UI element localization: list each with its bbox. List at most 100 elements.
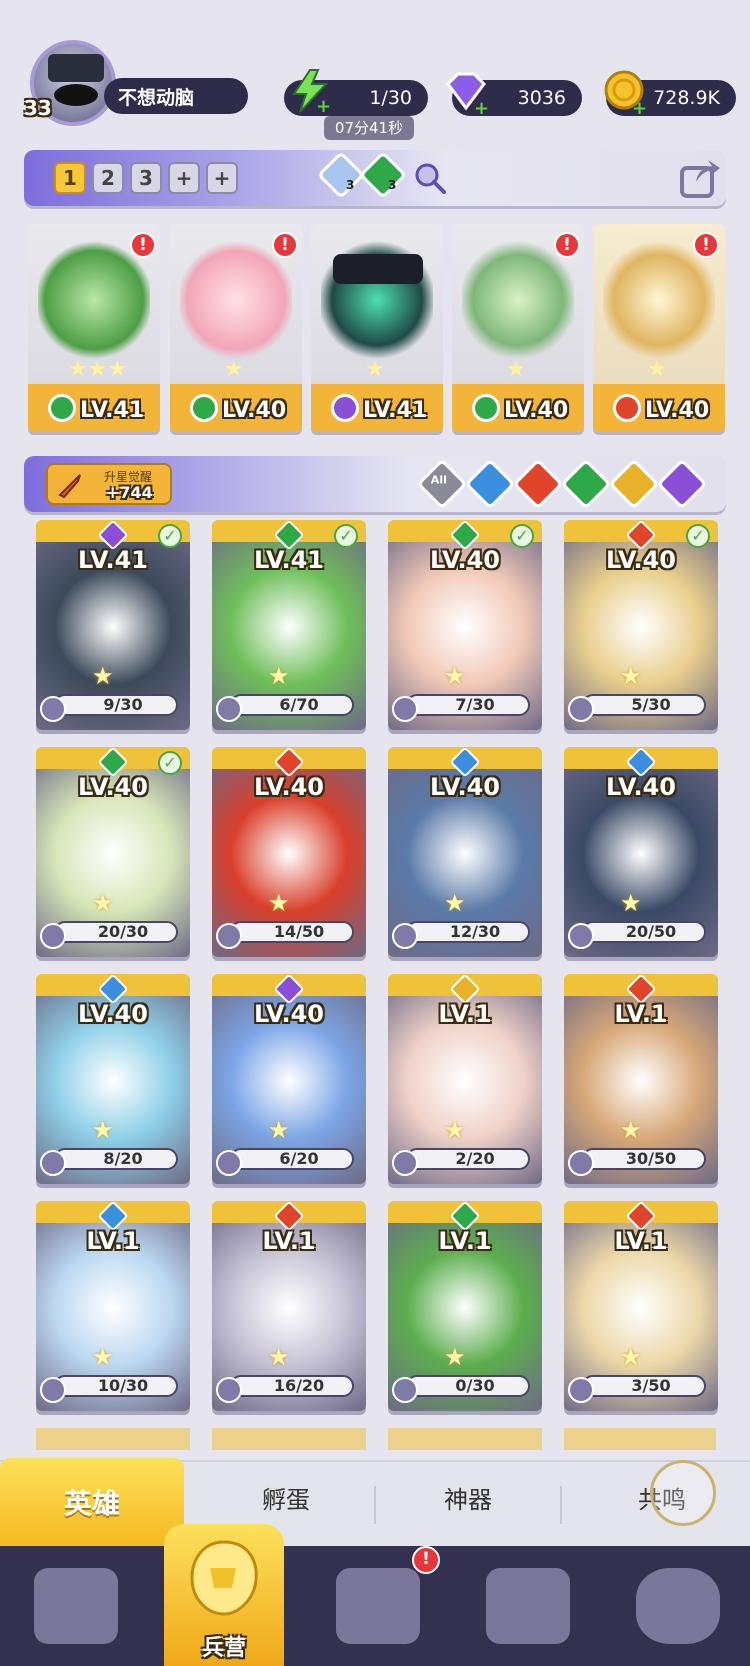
hero-card[interactable]: LV.1 ★ 30/50 [564, 974, 718, 1184]
sparkle-button[interactable] [650, 1460, 716, 1526]
gold-coin-icon: + [604, 70, 647, 116]
filter-fire-icon[interactable] [512, 458, 564, 510]
hero-portrait [603, 240, 715, 360]
hero-card[interactable]: LV.1 ★ 2/20 [388, 974, 542, 1184]
hero-card[interactable]: ✓ LV.40 ★ 5/30 [564, 520, 718, 730]
team-slot-1[interactable]: ★★★ LV.41 ! [28, 224, 160, 432]
star-icon: ★ [506, 357, 526, 382]
hero-card[interactable]: LV.40 ★ 8/20 [36, 974, 190, 1184]
nature-element-icon [48, 394, 76, 422]
hero-card[interactable]: ✓ LV.40 ★ 20/30 [36, 747, 190, 957]
star-icon: ★ [268, 889, 290, 917]
shard-progress-bar: 5/30 [582, 694, 706, 716]
filter-water-icon[interactable] [464, 458, 516, 510]
tab-heroes[interactable]: 英雄 [0, 1458, 184, 1550]
team-tab-add-1[interactable]: + [168, 162, 200, 194]
shard-icon [568, 923, 594, 949]
share-icon[interactable] [678, 156, 722, 200]
team-slot-3[interactable]: ★ LV.41 [311, 224, 443, 432]
hero-card[interactable]: LV.40 ★ 14/50 [212, 747, 366, 957]
nature-element-icon [472, 394, 500, 422]
alert-badge: ! [412, 1546, 440, 1574]
team-tab-1[interactable]: 1 [54, 162, 86, 194]
shard-progress: 16/20 [273, 1376, 325, 1395]
shard-progress: 9/30 [103, 695, 143, 714]
filter-nature-icon[interactable] [560, 458, 612, 510]
hero-card[interactable]: ✓ LV.40 ★ 7/30 [388, 520, 542, 730]
star-icon: ★ [444, 1343, 466, 1371]
hero-card[interactable]: ✓ LV.41 ★ 9/30 [36, 520, 190, 730]
player-level: 33 [24, 96, 52, 120]
team-slot-5[interactable]: ★ LV.40 ! [593, 224, 725, 432]
shard-progress-bar: 6/20 [230, 1148, 354, 1170]
sword-icon [58, 474, 81, 499]
star-icon: ★ [92, 662, 114, 690]
mushroom-shop-icon[interactable] [636, 1568, 720, 1644]
energy-value: 1/30 [369, 87, 412, 109]
star-icon: ★ [268, 1116, 290, 1144]
shard-progress-bar: 12/30 [406, 921, 530, 943]
hero-level: LV.1 [86, 1227, 140, 1255]
star-icon: ★ [92, 1116, 114, 1144]
awaken-button[interactable]: 升星觉醒 +744 [46, 463, 172, 505]
svg-text:+: + [474, 98, 489, 116]
tab-artifacts[interactable]: 神器 [418, 1480, 518, 1515]
team-tab-add-2[interactable]: + [206, 162, 238, 194]
shard-progress-bar: 10/30 [54, 1375, 178, 1397]
energy-timer: 07分41秒 [324, 116, 414, 140]
star-icon: ★ [620, 889, 642, 917]
tab-hatch[interactable]: 孵蛋 [236, 1480, 336, 1515]
filter-all[interactable]: All [416, 458, 468, 510]
team-slot-level: LV.40 [222, 398, 287, 423]
hero-level: LV.40 [430, 546, 500, 574]
check-icon: ✓ [510, 524, 534, 548]
search-icon[interactable] [412, 160, 448, 196]
check-icon: ✓ [334, 524, 358, 548]
temple-icon[interactable] [486, 1568, 570, 1644]
hero-level: LV.1 [614, 1227, 668, 1255]
shard-icon [216, 923, 242, 949]
barracks-button[interactable]: 兵营 [164, 1524, 284, 1666]
hero-level: LV.40 [254, 773, 324, 801]
hero-card[interactable]: LV.1 ★ 10/30 [36, 1201, 190, 1411]
star-icon: ★ [224, 357, 244, 382]
team-bar: 1 2 3 + + 3 3 [24, 150, 726, 206]
next-row-peek [36, 1428, 716, 1450]
avatar-hat [48, 54, 104, 82]
hero-level: LV.40 [606, 546, 676, 574]
hero-portrait [180, 240, 292, 360]
team-tab-3[interactable]: 3 [130, 162, 162, 194]
hero-card[interactable]: LV.1 ★ 3/50 [564, 1201, 718, 1411]
shard-progress: 0/30 [455, 1376, 495, 1395]
team-tab-2[interactable]: 2 [92, 162, 124, 194]
hero-card[interactable]: LV.40 ★ 12/30 [388, 747, 542, 957]
cards-icon[interactable] [34, 1568, 118, 1644]
hero-card[interactable]: LV.1 ★ 16/20 [212, 1201, 366, 1411]
shard-progress: 30/50 [625, 1149, 677, 1168]
leaf-count: 3 [388, 178, 397, 192]
shard-progress-bar: 6/70 [230, 694, 354, 716]
hero-level: LV.41 [78, 546, 148, 574]
star-icon: ★ [444, 1116, 466, 1144]
hero-card[interactable]: ✓ LV.41 ★ 6/70 [212, 520, 366, 730]
hero-level: LV.40 [78, 1000, 148, 1028]
filter-light-icon[interactable] [608, 458, 660, 510]
hero-card[interactable]: LV.40 ★ 6/20 [212, 974, 366, 1184]
shard-progress-bar: 16/20 [230, 1375, 354, 1397]
crystal-icon [316, 150, 366, 200]
hero-portrait [462, 240, 574, 360]
team-slot-2[interactable]: ★ LV.40 ! [170, 224, 302, 432]
gem-icon: + [446, 72, 489, 116]
player-name[interactable]: 不想动脑 [104, 78, 248, 114]
star-icon: ★ [365, 357, 385, 382]
filter-dark-icon[interactable] [656, 458, 708, 510]
shard-progress: 2/20 [455, 1149, 495, 1168]
hero-card[interactable]: LV.1 ★ 0/30 [388, 1201, 542, 1411]
team-slot-4[interactable]: ★ LV.40 ! [452, 224, 584, 432]
hero-card[interactable]: LV.40 ★ 20/50 [564, 747, 718, 957]
spellbook-icon[interactable] [336, 1568, 420, 1644]
star-icon: ★ [268, 1343, 290, 1371]
star-icon: ★★★ [68, 357, 128, 382]
shard-progress-bar: 8/20 [54, 1148, 178, 1170]
shard-icon [392, 1150, 418, 1176]
